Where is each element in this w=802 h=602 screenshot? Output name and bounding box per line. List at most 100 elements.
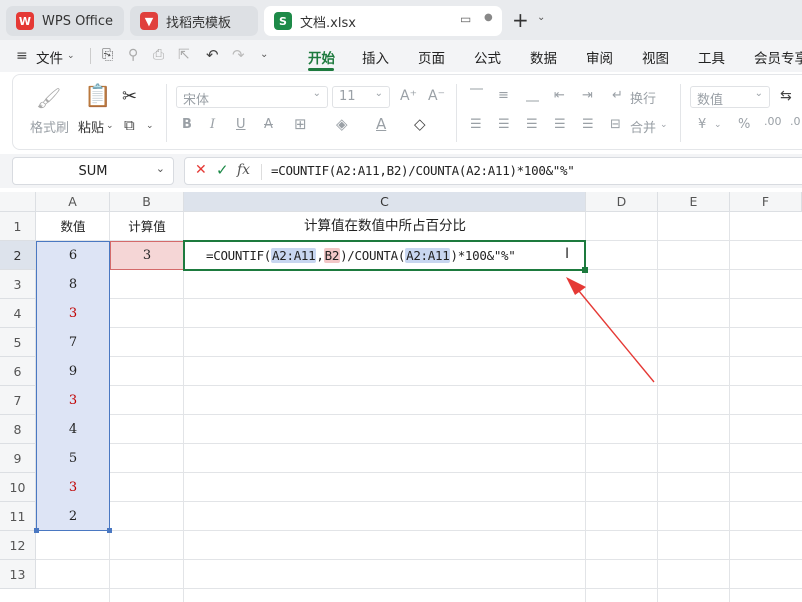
chevron-down-icon[interactable]: ⌄: [260, 49, 268, 60]
tab-document[interactable]: S 文档.xlsx ▭ ●: [264, 6, 502, 36]
underline-icon[interactable]: U: [236, 117, 246, 132]
decimal-increase-icon[interactable]: .00: [764, 115, 782, 128]
row-header-12[interactable]: 12: [0, 531, 36, 560]
cell-c1[interactable]: 计算值在数值中所占百分比: [184, 212, 586, 241]
chevron-down-icon[interactable]: ⌄: [146, 121, 154, 131]
row-header-11[interactable]: 11: [0, 502, 36, 531]
chevron-down-icon[interactable]: ⌄: [660, 120, 668, 130]
cell-a6[interactable]: 9: [36, 357, 110, 386]
fill-handle[interactable]: [582, 267, 588, 273]
italic-icon[interactable]: I: [210, 117, 215, 132]
cell-a2[interactable]: 6: [36, 241, 110, 270]
cell-a5[interactable]: 7: [36, 328, 110, 357]
confirm-icon[interactable]: ✓: [216, 161, 229, 179]
col-header-a[interactable]: A: [36, 192, 110, 212]
cell-c2-edit-text[interactable]: =COUNTIF(A2:A11,B2)/COUNTA(A2:A11)*100&"…: [206, 248, 516, 263]
distribute-icon[interactable]: ☰: [582, 117, 594, 132]
cell-a7[interactable]: 3: [36, 386, 110, 415]
font-grow-icon[interactable]: A⁺: [400, 88, 417, 104]
menu-home[interactable]: 开始: [308, 47, 335, 67]
cell-a11[interactable]: 2: [36, 502, 110, 531]
menu-tools[interactable]: 工具: [698, 47, 725, 67]
formula-text[interactable]: =COUNTIF(A2:A11,B2)/COUNTA(A2:A11)*100&"…: [271, 163, 575, 178]
convert-icon[interactable]: ⇆: [780, 88, 792, 104]
decimal-decrease-icon[interactable]: .0: [790, 115, 801, 128]
name-box[interactable]: SUM ⌄: [12, 157, 174, 185]
cut-icon[interactable]: ✂: [122, 86, 137, 107]
font-name-select[interactable]: 宋体 ⌄: [176, 86, 328, 108]
col-header-c[interactable]: C: [184, 192, 586, 212]
align-top-icon[interactable]: ⎺: [470, 88, 483, 103]
menu-formula[interactable]: 公式: [474, 47, 501, 67]
wrap-label[interactable]: 换行: [630, 88, 656, 107]
cell-a4[interactable]: 3: [36, 299, 110, 328]
new-tab-icon[interactable]: +: [512, 8, 529, 32]
monitor-icon[interactable]: ▭: [460, 12, 471, 26]
chevron-down-icon[interactable]: ⌄: [714, 120, 722, 130]
justify-icon[interactable]: ☰: [554, 117, 566, 132]
fill-color-icon[interactable]: ◈: [336, 115, 348, 133]
row-header-4[interactable]: 4: [0, 299, 36, 328]
menu-view[interactable]: 视图: [642, 47, 669, 67]
redo-icon[interactable]: ↷: [232, 46, 245, 64]
indent-decrease-icon[interactable]: ⇤: [554, 88, 565, 103]
font-color-icon[interactable]: A: [376, 115, 386, 133]
cell-b2[interactable]: 3: [110, 241, 184, 270]
hamburger-icon[interactable]: ≡: [16, 48, 28, 64]
cell-b1[interactable]: 计算值: [110, 212, 184, 241]
paste-icon[interactable]: 📋: [84, 84, 111, 109]
row-header-1[interactable]: 1: [0, 212, 36, 241]
row-header-8[interactable]: 8: [0, 415, 36, 444]
row-header-3[interactable]: 3: [0, 270, 36, 299]
formula-input-box[interactable]: ✕ ✓ fx =COUNTIF(A2:A11,B2)/COUNTA(A2:A11…: [184, 157, 802, 185]
percent-icon[interactable]: %: [738, 117, 750, 132]
row-header-7[interactable]: 7: [0, 386, 36, 415]
print-preview-icon[interactable]: ⚲: [128, 47, 138, 63]
format-painter-icon[interactable]: 🖌: [36, 86, 61, 110]
clear-format-icon[interactable]: ◇: [414, 115, 426, 133]
cell-a3[interactable]: 8: [36, 270, 110, 299]
font-size-select[interactable]: 11 ⌄: [332, 86, 390, 108]
export-icon[interactable]: ⇱: [178, 47, 190, 63]
print-icon[interactable]: ⎙: [153, 47, 164, 63]
align-bottom-icon[interactable]: ⎽: [526, 88, 539, 103]
strikethrough-icon[interactable]: A: [264, 117, 273, 132]
save-icon[interactable]: ⎘: [102, 47, 113, 63]
cell-a8[interactable]: 4: [36, 415, 110, 444]
row-header-9[interactable]: 9: [0, 444, 36, 473]
bold-icon[interactable]: B: [182, 117, 192, 132]
number-format-select[interactable]: 数值 ⌄: [690, 86, 770, 108]
cancel-icon[interactable]: ✕: [195, 162, 207, 178]
font-shrink-icon[interactable]: A⁻: [428, 88, 445, 104]
select-all-corner[interactable]: [0, 192, 36, 212]
currency-icon[interactable]: ¥: [698, 117, 706, 132]
chevron-down-icon[interactable]: ⌄: [537, 12, 545, 23]
insert-function-icon[interactable]: fx: [237, 162, 250, 178]
undo-icon[interactable]: ↶: [206, 46, 219, 64]
menu-page[interactable]: 页面: [418, 47, 445, 67]
menu-data[interactable]: 数据: [530, 47, 557, 67]
col-header-f[interactable]: F: [730, 192, 802, 212]
row-header-5[interactable]: 5: [0, 328, 36, 357]
col-header-e[interactable]: E: [658, 192, 730, 212]
paste-label[interactable]: 粘贴: [78, 117, 104, 136]
align-right-icon[interactable]: ☰: [526, 117, 538, 132]
copy-icon[interactable]: ⧉: [124, 116, 135, 134]
menu-review[interactable]: 审阅: [586, 47, 613, 67]
cell-a1[interactable]: 数值: [36, 212, 110, 241]
row-header-10[interactable]: 10: [0, 473, 36, 502]
cell-a10[interactable]: 3: [36, 473, 110, 502]
format-painter-label[interactable]: 格式刷: [30, 117, 69, 136]
tab-wps-office[interactable]: W WPS Office: [6, 6, 124, 36]
chevron-down-icon[interactable]: ⌄: [67, 51, 75, 61]
merge-icon[interactable]: ⊟: [610, 117, 621, 132]
row-header-6[interactable]: 6: [0, 357, 36, 386]
merge-label[interactable]: 合并: [630, 117, 656, 136]
row-header-13[interactable]: 13: [0, 560, 36, 589]
align-left-icon[interactable]: ☰: [470, 117, 482, 132]
menu-member[interactable]: 会员专享: [754, 47, 802, 67]
align-middle-icon[interactable]: ≡: [498, 88, 509, 103]
col-header-d[interactable]: D: [586, 192, 658, 212]
align-center-icon[interactable]: ☰: [498, 117, 510, 132]
col-header-b[interactable]: B: [110, 192, 184, 212]
